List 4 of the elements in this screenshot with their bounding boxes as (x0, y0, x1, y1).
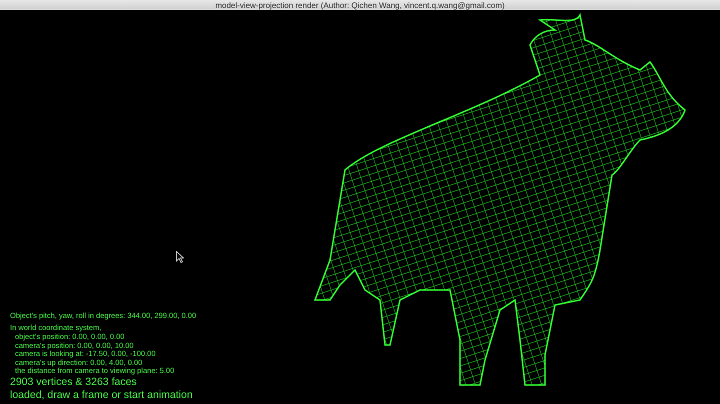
mouse-pointer-icon (176, 251, 184, 263)
status-text: loaded, draw a frame or start animation (10, 388, 193, 401)
window-title: model-view-projection render (Author: Qichen Wang, vincent.q.wang@gmail.com) (215, 0, 505, 10)
status-text: 2903 vertices & 3263 faces (10, 376, 137, 388)
